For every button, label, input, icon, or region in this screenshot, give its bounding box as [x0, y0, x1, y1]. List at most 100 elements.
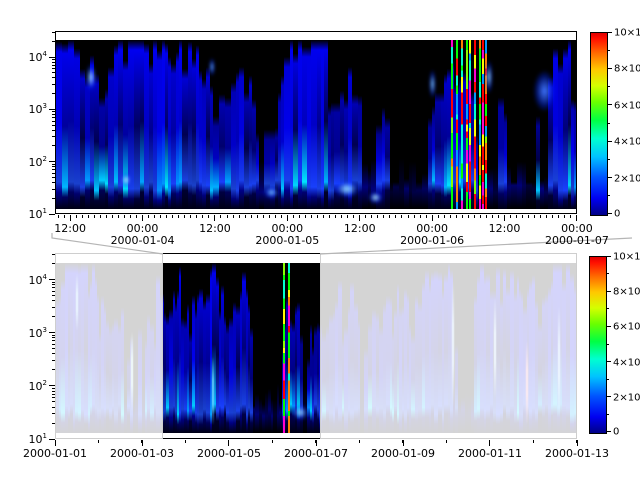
y-minor-tick — [52, 407, 55, 408]
x-minor-tick — [185, 440, 186, 443]
x-minor-tick — [402, 440, 403, 443]
x-minor-tick — [446, 440, 447, 443]
x-minor-tick — [474, 215, 475, 218]
y-minor-tick — [52, 93, 55, 94]
x-minor-tick — [534, 215, 535, 218]
x-minor-tick — [190, 215, 191, 218]
x-minor-tick — [510, 215, 511, 218]
x-minor-tick — [426, 215, 427, 218]
y-minor-tick — [52, 84, 55, 85]
y-minor-tick — [52, 41, 55, 42]
bright-emission-patch — [84, 59, 98, 96]
x-minor-tick — [130, 215, 131, 218]
y-minor-tick — [52, 114, 55, 115]
y-minor-tick — [52, 145, 55, 146]
x-minor-tick — [315, 440, 316, 443]
y-minor-tick — [52, 391, 55, 392]
colorbar-major-tick — [607, 32, 612, 33]
x-minor-tick — [228, 440, 229, 443]
y-major-tick — [49, 214, 55, 215]
y-tick-label: 101 — [29, 207, 47, 221]
x-minor-tick — [64, 215, 65, 218]
x-minor-tick — [456, 215, 457, 218]
x-minor-tick — [576, 440, 577, 443]
y-minor-tick — [52, 130, 55, 131]
spectrogram-viewer-page: 12:0000:002000-01-0412:0000:002000-01-05… — [0, 0, 640, 480]
colorbar-tick-label: 6×107 — [613, 320, 640, 333]
y-minor-tick — [52, 169, 55, 170]
y-major-tick — [49, 385, 55, 386]
x-minor-tick — [214, 215, 215, 218]
x-minor-tick — [208, 215, 209, 218]
zoom-spectrogram-plot[interactable] — [56, 40, 576, 209]
x-minor-tick — [552, 215, 553, 218]
y-tick-label: 102 — [29, 379, 47, 393]
y-minor-tick — [52, 164, 55, 165]
y-tick-label: 103 — [29, 103, 47, 117]
x-minor-tick — [389, 215, 390, 218]
y-minor-tick — [52, 177, 55, 178]
y-minor-tick — [52, 316, 55, 317]
y-minor-tick — [52, 401, 55, 402]
x-minor-tick — [468, 215, 469, 218]
x-minor-tick — [76, 215, 77, 218]
colorbar-major-tick — [607, 104, 612, 105]
y-major-tick — [49, 109, 55, 110]
x-minor-tick — [528, 215, 529, 218]
colorbar-major-tick — [606, 326, 611, 327]
colorbar-minor-tick — [607, 50, 610, 51]
x-minor-tick — [299, 215, 300, 218]
x-minor-tick — [486, 215, 487, 218]
x-minor-tick — [414, 215, 415, 218]
colorbar-major-tick — [606, 291, 611, 292]
y-minor-tick — [52, 423, 55, 424]
zoom-spectrogram-panel — [55, 31, 577, 214]
x-minor-tick — [70, 215, 71, 218]
y-tick-label: 101 — [29, 432, 47, 446]
colorbar-tick-label: 10×107 — [614, 25, 640, 38]
colorbar-tick-label: 10×107 — [613, 249, 640, 262]
dim-overlay-right — [320, 253, 577, 439]
x-minor-tick — [341, 215, 342, 218]
y-minor-tick — [52, 360, 55, 361]
burst-streak — [456, 40, 458, 209]
x-minor-tick — [347, 215, 348, 218]
y-minor-tick — [52, 300, 55, 301]
x-minor-tick — [245, 215, 246, 218]
x-minor-tick — [353, 215, 354, 218]
x-minor-tick — [533, 440, 534, 443]
x-minor-tick — [154, 215, 155, 218]
x-tick-date-label: 2000-01-05 — [255, 234, 319, 247]
x-minor-tick — [98, 440, 99, 443]
y-minor-tick — [52, 136, 55, 137]
x-minor-tick — [546, 215, 547, 218]
x-minor-tick — [275, 215, 276, 218]
y-minor-tick — [52, 337, 55, 338]
colorbar-major-tick — [606, 431, 611, 432]
x-minor-tick — [94, 215, 95, 218]
burst-streak — [466, 40, 468, 209]
bright-emission-patch — [261, 184, 282, 201]
x-minor-tick — [184, 215, 185, 218]
context-spectrogram-panel — [55, 253, 577, 439]
colorbar-minor-tick — [606, 273, 609, 274]
colorbar-minor-tick — [607, 195, 610, 196]
x-minor-tick — [141, 440, 142, 443]
x-minor-tick — [480, 215, 481, 218]
x-minor-tick — [420, 215, 421, 218]
y-minor-tick — [52, 369, 55, 370]
x-minor-tick — [281, 215, 282, 218]
y-major-tick — [49, 57, 55, 58]
x-minor-tick — [239, 215, 240, 218]
x-minor-tick — [136, 215, 137, 218]
x-tick-label: 2000-01-03 — [110, 447, 174, 460]
bright-emission-patch — [208, 55, 216, 79]
x-tick-label: 2000-01-13 — [545, 447, 609, 460]
colorbar-tick-label: 2×107 — [613, 390, 640, 403]
burst-streak — [451, 40, 453, 209]
zoom-selection-window[interactable] — [163, 253, 320, 439]
x-minor-tick — [504, 215, 505, 218]
x-minor-tick — [160, 215, 161, 218]
x-minor-tick — [329, 215, 330, 218]
colorbar-minor-tick — [606, 344, 609, 345]
